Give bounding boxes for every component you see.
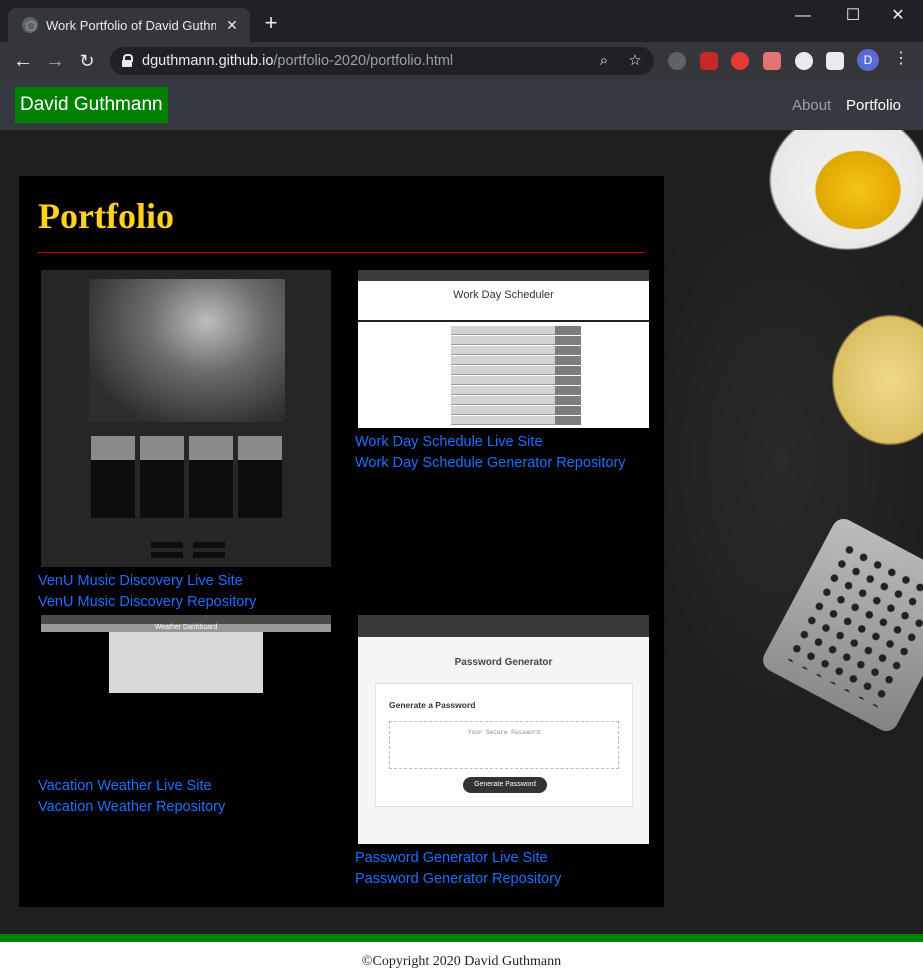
lock-icon <box>122 54 133 67</box>
pwgen-card-heading: Generate a Password <box>389 700 476 710</box>
extension-icon[interactable] <box>763 52 781 70</box>
weather-shot-title: Weather Dashboard <box>41 624 331 632</box>
reload-icon[interactable]: ↻ <box>74 48 100 74</box>
brand-link[interactable]: David Guthmann <box>15 87 168 123</box>
close-tab-icon[interactable]: ✕ <box>224 17 240 34</box>
weather-live-link[interactable]: Vacation Weather Live Site <box>38 778 212 794</box>
workday-screenshot: Work Day Scheduler <box>358 270 649 428</box>
pwgen-live-link[interactable]: Password Generator Live Site <box>355 850 548 866</box>
browser-tab[interactable]: Work Portfolio of David Guthmann ✕ <box>8 8 250 42</box>
browser-toolbar: ← → ↻ dguthmann.github.io/portfolio-2020… <box>0 42 923 80</box>
page-body: David Guthmann About Portfolio Portfolio… <box>0 80 923 980</box>
forward-icon[interactable]: → <box>42 48 68 74</box>
tab-title: Work Portfolio of David Guthmann <box>46 17 216 33</box>
minimize-icon[interactable]: — <box>788 4 818 28</box>
extension-icon[interactable] <box>731 52 749 70</box>
close-window-icon[interactable]: ✕ <box>883 4 913 28</box>
nav-portfolio-link[interactable]: Portfolio <box>846 97 901 114</box>
weather-repo-link[interactable]: Vacation Weather Repository <box>38 799 225 815</box>
nav-about-link[interactable]: About <box>792 97 831 114</box>
background-grater-image <box>758 514 923 736</box>
footer-accent-bar <box>0 934 923 942</box>
zoom-icon[interactable]: ⌕ <box>594 51 614 71</box>
pwgen-placeholder: Your Secure Password <box>389 721 619 769</box>
pwgen-repo-link[interactable]: Password Generator Repository <box>355 871 561 887</box>
url-host: dguthmann.github.io <box>142 53 274 69</box>
globe-icon <box>22 17 38 33</box>
extension-icon[interactable] <box>668 52 686 70</box>
footer-copyright: ©Copyright 2020 David Guthmann <box>0 942 923 980</box>
workday-shot-title: Work Day Scheduler <box>453 289 554 301</box>
puzzle-icon[interactable] <box>826 52 844 70</box>
more-menu-icon[interactable]: ⋮ <box>893 48 909 68</box>
new-tab-icon[interactable]: + <box>260 12 282 34</box>
extension-icon[interactable] <box>795 52 813 70</box>
address-bar[interactable]: dguthmann.github.io/portfolio-2020/portf… <box>110 47 654 75</box>
venu-live-link[interactable]: VenU Music Discovery Live Site <box>38 573 243 589</box>
password-generator-screenshot: Password Generator Generate a Password Y… <box>358 615 649 844</box>
site-navbar: David Guthmann About Portfolio <box>0 80 923 130</box>
bookmark-star-icon[interactable]: ☆ <box>625 51 645 71</box>
profile-avatar[interactable]: D <box>857 49 879 71</box>
venu-repo-link[interactable]: VenU Music Discovery Repository <box>38 594 256 610</box>
concert-image <box>89 279 285 422</box>
page-title: Portfolio <box>38 196 174 236</box>
url-path: /portfolio-2020/portfolio.html <box>273 53 454 69</box>
venu-screenshot <box>41 270 331 567</box>
weather-screenshot: Weather Dashboard <box>41 615 331 695</box>
workday-live-link[interactable]: Work Day Schedule Live Site <box>355 434 543 450</box>
browser-tabstrip: Work Portfolio of David Guthmann ✕ + — ☐… <box>0 0 923 42</box>
back-icon[interactable]: ← <box>10 48 36 74</box>
maximize-icon[interactable]: ☐ <box>838 4 868 28</box>
extension-icon[interactable] <box>700 52 718 70</box>
pwgen-shot-title: Password Generator <box>454 657 553 668</box>
url-text: dguthmann.github.io/portfolio-2020/portf… <box>142 53 453 69</box>
workday-repo-link[interactable]: Work Day Schedule Generator Repository <box>355 455 626 471</box>
title-divider <box>38 252 645 253</box>
pwgen-button-image: Generate Password <box>463 777 547 793</box>
portfolio-panel: Portfolio VenU Music Discovery Live Site… <box>19 176 664 907</box>
